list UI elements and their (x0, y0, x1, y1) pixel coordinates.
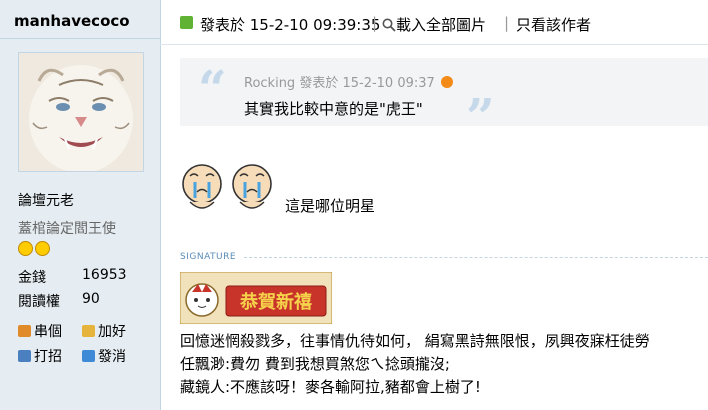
jump-to-post-icon[interactable] (440, 76, 453, 88)
link-label: 加好 (98, 324, 126, 340)
quote-block: “ Rocking 發表於 15-2-10 09:37 其實我比較中意的是"虎王… (180, 58, 708, 142)
separator: | (372, 14, 378, 32)
avatar[interactable] (18, 52, 144, 172)
mail-icon (82, 350, 95, 362)
link-label: 發消 (98, 349, 126, 365)
smiley-icon (18, 241, 33, 256)
quote-time: 發表於 15-2-10 09:37 (299, 76, 435, 91)
crying-emoticons (180, 162, 280, 216)
post-time: 發表於 15-2-10 09:39:35 (200, 16, 381, 34)
crying-face-icon (182, 164, 272, 209)
wave-icon (18, 350, 31, 362)
signature-banner: 恭賀新禧 (179, 271, 333, 325)
stat-value: 16953 (82, 267, 127, 283)
stat-label: 閱讀權 (18, 294, 60, 310)
stat-value: 90 (82, 291, 100, 307)
tiger-avatar-image (19, 53, 143, 171)
link-label: 串個 (34, 324, 62, 340)
user-title: 蓋棺論定閻王使 (18, 221, 116, 237)
quote-author: Rocking (244, 76, 296, 91)
post-header: 發表於 15-2-10 09:39:35 | 載入全部圖片 | 只看該作者 (160, 0, 708, 44)
online-status-icon (180, 16, 193, 29)
signature-line: 回憶迷惘殺戮多，往事情仇待如何， 絹寫黑詩無限恨，夙興夜寐枉徒勞 (180, 332, 650, 350)
greet-link[interactable]: 打招 (18, 346, 62, 366)
visit-home-link[interactable]: 串個 (18, 321, 62, 341)
author-only-link[interactable]: 只看該作者 (516, 14, 591, 35)
smiley-icon (35, 241, 50, 256)
link-label: 打招 (34, 349, 62, 365)
home-icon (18, 325, 31, 337)
send-message-link[interactable]: 發消 (82, 346, 126, 366)
username-link[interactable]: manhavecoco (14, 12, 130, 30)
quote-meta: Rocking 發表於 15-2-10 09:37 (244, 72, 453, 91)
load-all-images-link[interactable]: 載入全部圖片 (382, 14, 486, 35)
separator: | (504, 14, 510, 32)
stat-label: 金錢 (18, 270, 46, 286)
reply-text: 這是哪位明星 (285, 197, 376, 215)
signature-line: 任飄渺:費勿 費到我想買煞您ㄟ捻頭攏沒; (180, 355, 450, 373)
quote-text: 其實我比較中意的是"虎王" (244, 100, 423, 118)
open-quote-icon: “ (198, 59, 227, 118)
banner-text: 恭賀新禧 (239, 291, 312, 313)
user-sidebar: manhavecoco 論壇元老 蓋棺論定閻王使 金錢 16953 閱讀權 90 (0, 0, 161, 410)
rank-stars (18, 241, 52, 260)
sidebar-divider (0, 38, 160, 39)
signature-divider (244, 257, 708, 259)
stat-money: 金錢 16953 (18, 267, 127, 287)
signature-line: 藏鏡人:不應該呀！麥各輸阿拉,豬都會上樹了! (180, 378, 481, 396)
new-year-banner-image: 恭賀新禧 (179, 271, 333, 325)
handshake-icon (82, 325, 95, 337)
user-rank: 論壇元老 (18, 193, 74, 209)
close-quote-icon: ” (466, 87, 495, 146)
post-header-divider (160, 44, 708, 45)
load-images-label: 載入全部圖片 (396, 16, 487, 34)
stat-read-permission: 閱讀權 90 (18, 291, 100, 311)
add-friend-link[interactable]: 加好 (82, 321, 126, 341)
magnifier-icon (382, 18, 396, 32)
signature-label: SIGNATURE (180, 252, 237, 262)
